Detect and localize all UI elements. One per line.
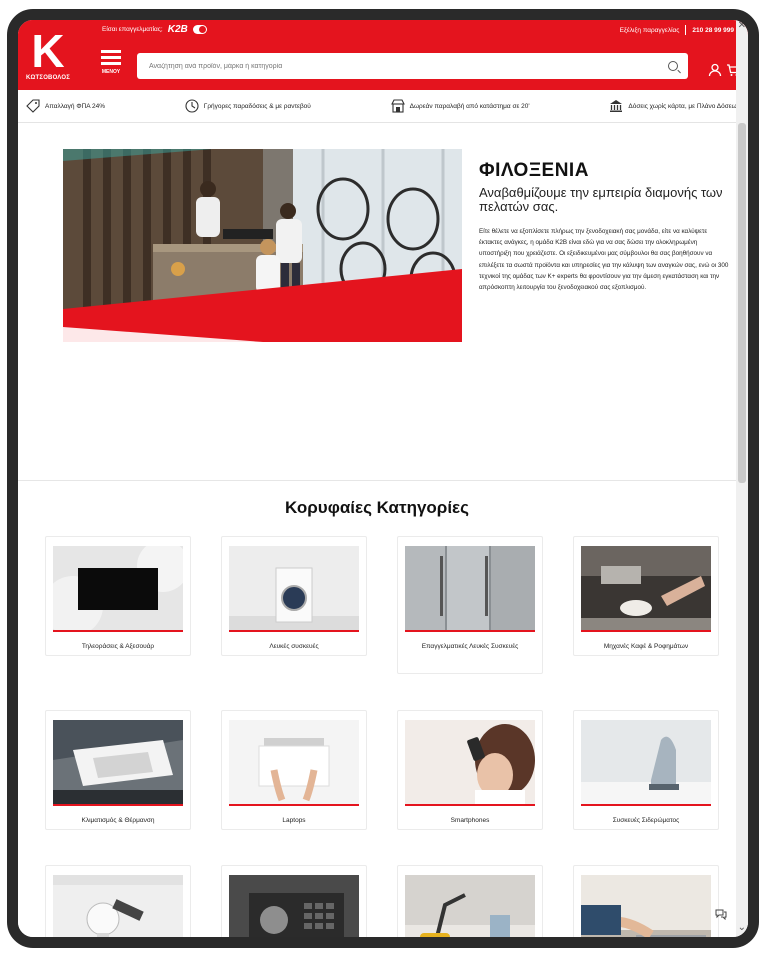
business-switch[interactable]: Είσαι επαγγελματίας; K2B	[102, 24, 207, 35]
chevron-down-icon[interactable]: ⌄	[738, 922, 746, 933]
category-card-11[interactable]	[397, 865, 543, 937]
order-tracking-link[interactable]: Εξέλιξη παραγγελίας	[620, 27, 680, 34]
business-label: Είσαι επαγγελματίας;	[102, 26, 163, 33]
divider	[685, 25, 687, 35]
benefit-label: Δόσεις χωρίς κάρτα, με Πλάνο Δόσεων	[628, 102, 740, 110]
site-logo[interactable]: K ΚΩΤΣΟΒΟΛΟΣ	[18, 20, 78, 90]
category-label: Συσκευές Σιδερώματος	[612, 817, 680, 824]
category-card-10[interactable]	[221, 865, 367, 937]
category-card-climate[interactable]: Κλιματισμός & Θέρμανση	[45, 710, 191, 830]
benefit-pickup[interactable]: Δωρεάν παραλαβή από κατάστημα σε 20'	[390, 99, 530, 113]
category-card-pro-appliances[interactable]: Επαγγελματικές Λευκές Συσκευές	[397, 536, 543, 674]
k2b-brand: K2B	[167, 24, 188, 35]
close-icon[interactable]: ✕	[738, 20, 746, 31]
category-card-12[interactable]	[573, 865, 719, 937]
category-label: Laptops	[282, 817, 306, 824]
category-image-tv	[53, 546, 183, 630]
category-image-climate	[53, 720, 183, 804]
category-label: Smartphones	[450, 817, 490, 824]
category-image-ironing	[581, 720, 711, 804]
category-label: Κλιματισμός & Θέρμανση	[81, 817, 155, 824]
tag-icon	[26, 99, 40, 113]
bank-icon	[610, 100, 623, 112]
category-image-white-appliances	[229, 546, 359, 630]
benefit-installments[interactable]: Δόσεις χωρίς κάρτα, με Πλάνο Δόσεων	[609, 99, 740, 113]
benefit-delivery[interactable]: Γρήγορες παραδόσεις & με ραντεβού	[185, 99, 311, 113]
benefit-vat[interactable]: Απαλλαγή ΦΠΑ 24%	[26, 99, 105, 113]
hero-body: Είτε θέλετε να εξοπλίσετε πλήρως την ξεν…	[479, 228, 729, 292]
benefit-label: Γρήγορες παραδόσεις & με ραντεβού	[203, 102, 311, 110]
search-input[interactable]	[147, 61, 668, 71]
search-icon[interactable]	[668, 61, 678, 71]
hamburger-line	[101, 56, 121, 59]
menu-button[interactable]: ΜΕΝΟΥ	[100, 50, 122, 75]
hamburger-line	[101, 62, 121, 65]
category-image-coffee	[581, 546, 711, 630]
categories-heading: Κορυφαίες Κατηγορίες	[285, 498, 469, 517]
category-image-pro-appliances	[405, 546, 535, 630]
hero-title: ΦΙΛΟΞΕΝΙΑ	[479, 160, 589, 181]
benefit-label: Απαλλαγή ΦΠΑ 24%	[45, 102, 105, 110]
category-card-tv[interactable]: Τηλεοράσεις & Αξεσουάρ	[45, 536, 191, 656]
section-divider	[18, 480, 736, 481]
category-image-11	[405, 875, 535, 937]
benefit-label: Δωρεάν παραλαβή από κατάστημα σε 20'	[409, 102, 530, 110]
category-card-white-appliances[interactable]: Λευκές συσκευές	[221, 536, 367, 656]
category-label: Λευκές συσκευές	[269, 643, 319, 650]
page-scrollbar[interactable]	[736, 20, 748, 937]
clock-icon	[185, 99, 199, 113]
category-image-9	[53, 875, 183, 937]
menu-label: ΜΕΝΟΥ	[101, 69, 121, 75]
benefits-bar: Απαλλαγή ΦΠΑ 24% Γρήγορες παραδόσεις & μ…	[18, 90, 748, 123]
phone-number[interactable]: 210 28 99 999	[692, 27, 734, 34]
logo-brand: ΚΩΤΣΟΒΟΛΟΣ	[25, 75, 71, 81]
category-card-coffee[interactable]: Μηχανές Καφέ & Ροφημάτων	[573, 536, 719, 656]
device-frame: Είσαι επαγγελματίας; K2B Εξέλιξη παραγγε…	[0, 0, 768, 958]
logo-letter: K	[31, 25, 65, 77]
business-toggle[interactable]	[192, 25, 207, 34]
hero-subtitle: Αναβαθμίζουμε την εμπειρία διαμονής των …	[479, 185, 723, 214]
category-image-10	[229, 875, 359, 937]
category-label: Μηχανές Καφέ & Ροφημάτων	[603, 643, 689, 650]
hamburger-icon	[101, 50, 121, 53]
category-card-9[interactable]	[45, 865, 191, 937]
category-label: Τηλεοράσεις & Αξεσουάρ	[81, 643, 155, 650]
category-label: Επαγγελματικές Λευκές Συσκευές	[421, 643, 519, 650]
browser-viewport: Είσαι επαγγελματίας; K2B Εξέλιξη παραγγε…	[18, 20, 748, 937]
top-right-links: Εξέλιξη παραγγελίας 210 28 99 999	[620, 25, 734, 35]
category-card-smartphones[interactable]: Smartphones	[397, 710, 543, 830]
store-icon	[390, 99, 405, 113]
chat-icon[interactable]	[715, 908, 727, 920]
tablet-bezel: Είσαι επαγγελματίας; K2B Εξέλιξη παραγγε…	[7, 9, 759, 948]
category-image-smartphones	[405, 720, 535, 804]
user-icon[interactable]	[708, 63, 722, 77]
scroll-thumb[interactable]	[738, 123, 746, 483]
search-bar	[137, 53, 688, 79]
top-utility-bar: Είσαι επαγγελματίας; K2B Εξέλιξη παραγγε…	[18, 20, 748, 41]
category-image-laptops	[229, 720, 359, 804]
category-image-12	[581, 875, 711, 937]
hero-image	[63, 149, 462, 342]
category-card-laptops[interactable]: Laptops	[221, 710, 367, 830]
main-header: ΜΕΝΟΥ	[18, 41, 748, 90]
category-card-ironing[interactable]: Συσκευές Σιδερώματος	[573, 710, 719, 830]
